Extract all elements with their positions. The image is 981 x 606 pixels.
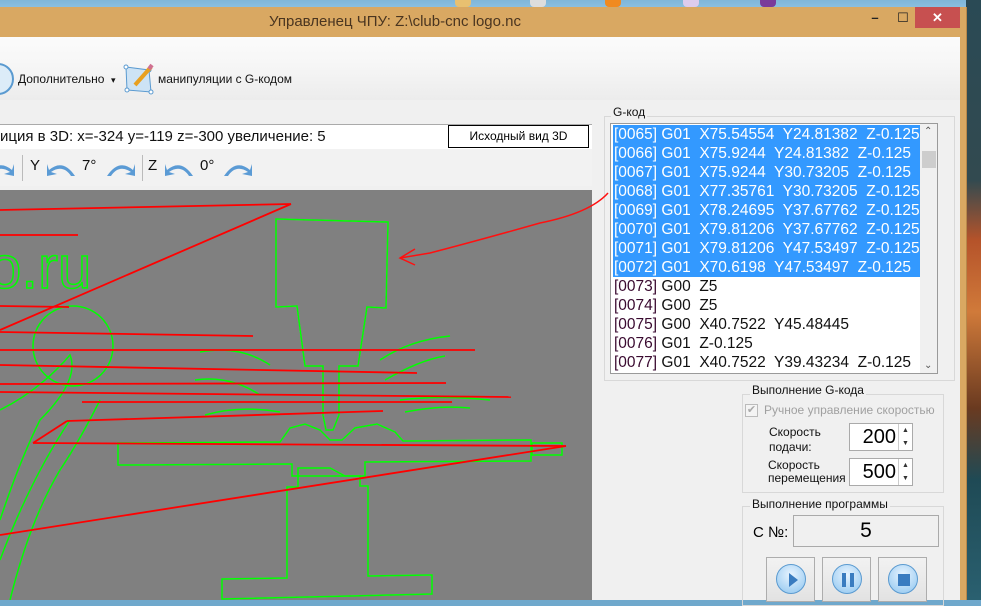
gcode-scrollbar[interactable]: ⌃ ⌄ bbox=[920, 124, 937, 373]
execution-group-title: Выполнение G-кода bbox=[750, 383, 866, 397]
stop-icon bbox=[888, 564, 918, 594]
play-icon bbox=[776, 564, 806, 594]
gcode-line[interactable]: [0068] G01 X77.35761 Y30.73205 Z-0.125 bbox=[613, 182, 921, 201]
feed-speed-label-2: подачи: bbox=[769, 440, 812, 454]
gcode-line[interactable]: [0076] G01 Z-0.125 bbox=[613, 334, 921, 353]
rapid-move-line bbox=[0, 382, 447, 385]
desktop-icon[interactable] bbox=[760, 0, 776, 7]
gcode-line-number: [0074] bbox=[614, 297, 658, 314]
gcode-line-number: [0070] bbox=[614, 221, 658, 238]
scroll-down-icon[interactable]: ⌄ bbox=[924, 360, 932, 371]
gcode-line[interactable]: [0065] G01 X75.54554 Y24.81382 Z-0.125 bbox=[613, 125, 921, 144]
rapid-move-line bbox=[0, 305, 70, 308]
gcode-line-code: G01 X75.9244 Y24.81382 Z-0.125 bbox=[657, 145, 912, 162]
gcode-line-number: [0075] bbox=[614, 316, 658, 333]
scrollbar-thumb[interactable] bbox=[922, 151, 936, 168]
scroll-up-icon[interactable]: ⌃ bbox=[924, 126, 932, 137]
toolpath-cut bbox=[117, 423, 532, 477]
annotation-arrow bbox=[398, 192, 609, 266]
gcode-line-code: G01 X75.54554 Y24.81382 Z-0.125 bbox=[657, 126, 920, 143]
gcode-line-number: [0077] bbox=[614, 354, 658, 371]
program-group-title: Выполнение программы bbox=[750, 497, 890, 511]
gcode-line[interactable]: [0069] G01 X78.24695 Y37.67762 Z-0.125 bbox=[613, 201, 921, 220]
pause-icon bbox=[832, 564, 862, 594]
toolpath-circle bbox=[32, 305, 114, 387]
gcode-line-code: G00 X40.7522 Y45.48445 bbox=[657, 316, 850, 333]
gcode-line-number: [0066] bbox=[614, 145, 658, 162]
line-number-display: 5 bbox=[793, 515, 939, 547]
gcode-line[interactable]: [0067] G01 X75.9244 Y30.73205 Z-0.125 bbox=[613, 163, 921, 182]
gcode-line-code: G01 X70.6198 Y47.53497 Z-0.125 bbox=[657, 259, 912, 276]
minimize-button[interactable]: – bbox=[862, 7, 888, 28]
rapid-move-line bbox=[0, 445, 567, 536]
toolpath-curve bbox=[199, 349, 271, 366]
gcode-listbox[interactable]: [0065] G01 X75.54554 Y24.81382 Z-0.125 [0… bbox=[610, 123, 938, 374]
toolpath-curve bbox=[0, 353, 73, 521]
desktop-icon[interactable] bbox=[683, 0, 699, 7]
gcode-line[interactable]: [0075] G00 X40.7522 Y45.48445 bbox=[613, 315, 921, 334]
feed-speed-input[interactable]: 200 ▲ ▼ bbox=[849, 423, 913, 451]
gcode-line-number: [0068] bbox=[614, 183, 658, 200]
gcode-line-code: G01 X79.81206 Y47.53497 Z-0.125 bbox=[657, 240, 920, 257]
pause-button[interactable] bbox=[822, 557, 871, 602]
close-button[interactable]: ✕ bbox=[915, 7, 960, 28]
gcode-line-number: [0076] bbox=[614, 335, 658, 352]
logo-fragment-text: o.ru bbox=[0, 234, 91, 301]
toolpath-curve bbox=[384, 355, 446, 381]
toolpath-curve bbox=[404, 406, 471, 413]
toolpath-drawing: o.ru bbox=[0, 203, 567, 600]
gcode-line-code: G01 X79.81206 Y37.67762 Z-0.125 bbox=[657, 221, 920, 238]
gcode-group-title: G-код bbox=[611, 105, 648, 119]
gcode-line-code: G01 X75.9244 Y30.73205 Z-0.125 bbox=[657, 164, 912, 181]
gcode-line-number: [0071] bbox=[614, 240, 658, 257]
feed-speed-label-1: Скорость bbox=[769, 425, 821, 439]
feed-speed-value[interactable]: 200 bbox=[863, 426, 896, 448]
rapid-move-line bbox=[32, 442, 567, 447]
gcode-line-code: G01 X40.7522 Y39.43234 Z-0.125 bbox=[657, 354, 912, 371]
rapid-move-line bbox=[0, 331, 254, 337]
gcode-line-number: [0073] bbox=[614, 278, 658, 295]
line-number-label: С №: bbox=[753, 524, 789, 541]
rapid-move-line bbox=[66, 410, 384, 422]
gcode-line[interactable]: [0073] G00 Z5 bbox=[613, 277, 921, 296]
gcode-line-code: G01 Z-0.125 bbox=[657, 335, 753, 352]
toolpath-curve bbox=[399, 396, 491, 401]
move-speed-input[interactable]: 500 ▲ ▼ bbox=[849, 458, 913, 486]
manual-speed-label: Ручное управление скоростью bbox=[764, 403, 935, 417]
gcode-line-code: G00 Z5 bbox=[657, 297, 718, 314]
gcode-line-number: [0069] bbox=[614, 202, 658, 219]
toolpath-curve bbox=[9, 399, 101, 600]
desktop-wallpaper bbox=[966, 0, 981, 600]
toolpath-cut bbox=[275, 218, 389, 431]
gcode-line-code: G00 Z5 bbox=[657, 278, 718, 295]
gcode-line[interactable]: [0070] G01 X79.81206 Y37.67762 Z-0.125 bbox=[613, 220, 921, 239]
toolpath-curve bbox=[194, 378, 261, 396]
maximize-button[interactable]: ☐ bbox=[890, 7, 916, 28]
gcode-line-code: G01 X78.24695 Y37.67762 Z-0.125 bbox=[657, 202, 920, 219]
move-speed-value[interactable]: 500 bbox=[863, 461, 896, 483]
spin-buttons[interactable]: ▲ ▼ bbox=[898, 424, 912, 450]
gcode-line[interactable]: [0077] G01 X40.7522 Y39.43234 Z-0.125 bbox=[613, 353, 921, 372]
gcode-line-number: [0072] bbox=[614, 259, 658, 276]
gcode-line[interactable]: [0072] G01 X70.6198 Y47.53497 Z-0.125 bbox=[613, 258, 921, 277]
manual-speed-checkbox[interactable]: ✔ bbox=[745, 404, 758, 417]
gcode-line[interactable]: [0066] G01 X75.9244 Y24.81382 Z-0.125 bbox=[613, 144, 921, 163]
stop-button[interactable] bbox=[878, 557, 927, 602]
spin-buttons[interactable]: ▲ ▼ bbox=[898, 459, 912, 485]
play-button[interactable] bbox=[766, 557, 815, 602]
gcode-line[interactable]: [0074] G00 Z5 bbox=[613, 296, 921, 315]
gcode-line-code: G01 X77.35761 Y30.73205 Z-0.125 bbox=[657, 183, 920, 200]
gcode-line[interactable]: [0071] G01 X79.81206 Y47.53497 Z-0.125 bbox=[613, 239, 921, 258]
gcode-line-number: [0065] bbox=[614, 126, 658, 143]
toolpath-outline bbox=[275, 218, 389, 431]
gcode-line-number: [0067] bbox=[614, 164, 658, 181]
rapid-move-line bbox=[0, 203, 292, 211]
move-speed-label-2: перемещения bbox=[768, 471, 846, 485]
